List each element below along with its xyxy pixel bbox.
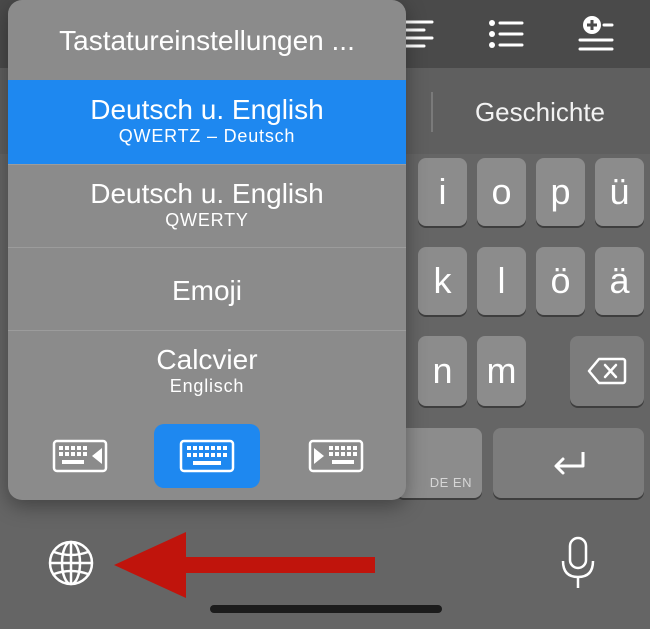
keyboard-settings-link[interactable]: Tastatureinstellungen ... <box>8 0 406 80</box>
globe-icon[interactable] <box>46 538 96 588</box>
key-o[interactable]: o <box>477 158 526 226</box>
key-oe[interactable]: ö <box>536 247 585 315</box>
space-key[interactable]: DE EN <box>396 428 482 498</box>
backspace-key[interactable] <box>570 336 644 406</box>
microphone-icon[interactable] <box>560 535 596 591</box>
add-item-icon[interactable] <box>576 14 616 54</box>
key-ae[interactable]: ä <box>595 247 644 315</box>
keyboard-option-title: Deutsch u. English <box>90 94 324 125</box>
keyboard-option-subtitle: QWERTZ – Deutsch <box>118 126 296 146</box>
keyboard-switcher-popup: Tastatureinstellungen ... Deutsch u. Eng… <box>8 0 406 500</box>
keyboard-option-qwerty[interactable]: Deutsch u. English QWERTY <box>8 164 406 247</box>
keyboard-left-button[interactable] <box>38 424 122 488</box>
keyboard-option-title: Calcvier <box>156 344 258 375</box>
keyboard-option-emoji[interactable]: Emoji <box>8 247 406 330</box>
keyboard-option-qwertz[interactable]: Deutsch u. English QWERTZ – Deutsch <box>8 80 406 164</box>
key-i[interactable]: i <box>418 158 467 226</box>
keyboard-center-button[interactable] <box>154 424 260 488</box>
keyboard-option-subtitle: Englisch <box>169 376 245 396</box>
keyboard-right-icon <box>308 439 364 473</box>
key-l[interactable]: l <box>477 247 526 315</box>
space-language-label: DE EN <box>429 475 472 490</box>
keyboard-option-calcvier[interactable]: Calcvier Englisch <box>8 330 406 415</box>
return-key[interactable] <box>493 428 644 498</box>
keyboard-right-button[interactable] <box>294 424 378 488</box>
keyboard-left-icon <box>52 439 108 473</box>
red-arrow-annotation <box>114 532 375 598</box>
bullet-list-icon[interactable] <box>486 14 526 54</box>
keyboard-option-title: Emoji <box>171 275 242 306</box>
key-m[interactable]: m <box>477 336 526 406</box>
keyboard-layout-row <box>8 414 406 500</box>
backspace-icon <box>587 357 627 385</box>
keyboard-option-subtitle: QWERTY <box>165 210 249 230</box>
key-k[interactable]: k <box>418 247 467 315</box>
suggestion-word[interactable]: Geschichte <box>440 92 640 132</box>
key-n[interactable]: n <box>418 336 467 406</box>
key-p[interactable]: p <box>536 158 585 226</box>
keyboard-option-title: Deutsch u. English <box>90 178 324 209</box>
key-ue[interactable]: ü <box>595 158 644 226</box>
home-indicator[interactable] <box>210 605 442 613</box>
return-icon <box>554 452 584 475</box>
suggestion-divider <box>431 92 433 132</box>
keyboard-icon <box>179 439 235 473</box>
